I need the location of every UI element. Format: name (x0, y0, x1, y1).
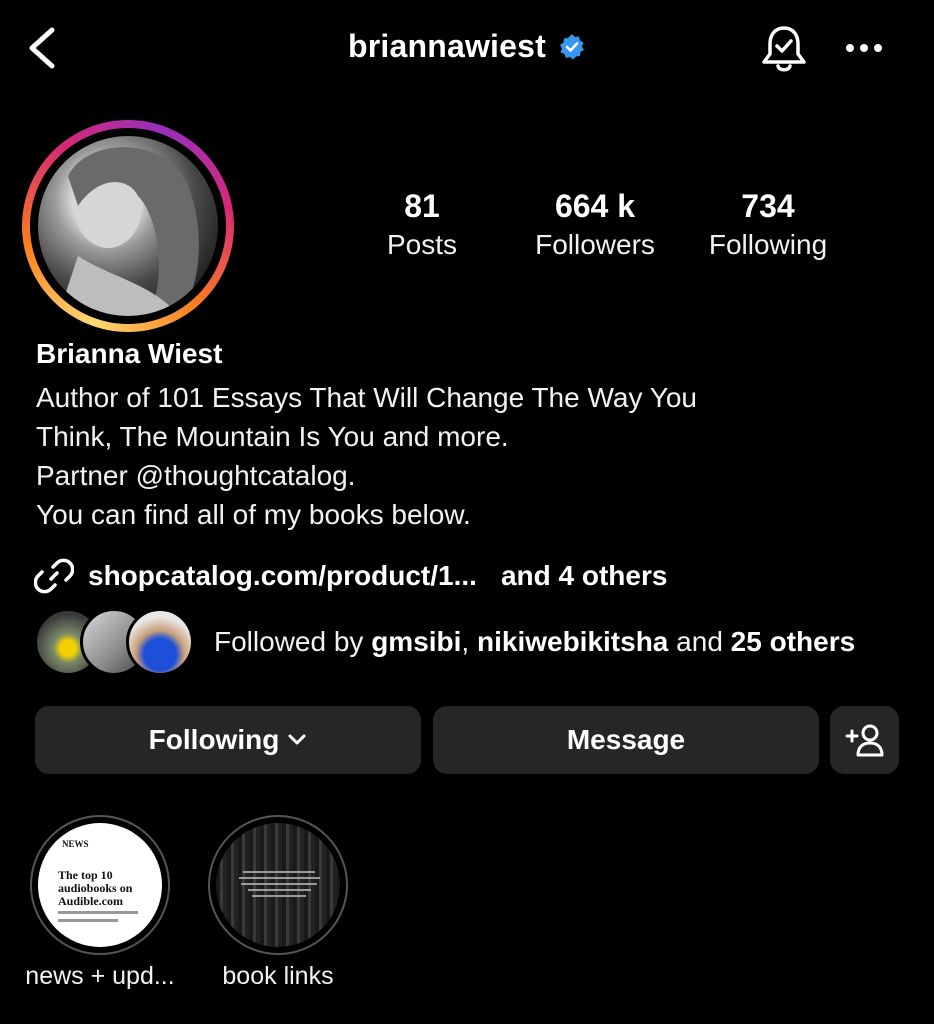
news-brand: NEWS (62, 839, 89, 849)
text-line (58, 911, 138, 914)
following-count: 734 (741, 188, 795, 224)
highlight-label: news + upd... (25, 962, 175, 990)
username-title: briannawiest (347, 28, 546, 64)
add-person-icon (845, 724, 883, 757)
followed-by-row[interactable]: Followed by gmsibi, nikiwebikitsha and 2… (34, 608, 855, 676)
link-url[interactable]: shopcatalog.com/product/1... (88, 560, 477, 592)
separator: , (461, 626, 477, 657)
followed-by-text: Followed by gmsibi, nikiwebikitsha and 2… (214, 626, 855, 658)
bio-line: Think, The Mountain Is You and more. (36, 421, 509, 452)
highlight-cover (216, 823, 340, 947)
message-button-label: Message (566, 724, 686, 755)
link-others[interactable]: and 4 others (501, 560, 667, 592)
following-button[interactable]: Following (35, 706, 421, 774)
notification-bell-icon[interactable] (760, 24, 808, 74)
mutual-user: gmsibi (371, 626, 462, 657)
highlight-book-links[interactable] (208, 815, 348, 955)
profile-link[interactable]: shopcatalog.com/product/1... and 4 other… (34, 556, 667, 596)
mutual-avatar (126, 608, 194, 676)
followed-by-prefix: Followed by (214, 626, 372, 657)
profile-avatar[interactable] (38, 136, 218, 316)
following-label: Following (708, 229, 828, 260)
mutual-others: 25 others (730, 626, 856, 657)
suggested-users-button[interactable] (830, 706, 899, 774)
highlight-news[interactable]: NEWS The top 10 audiobooks on Audible.co… (30, 815, 170, 955)
posts-count: 81 (404, 188, 440, 224)
verified-badge-icon (560, 33, 584, 59)
posts-label: Posts (386, 229, 458, 260)
more-options-icon[interactable] (842, 36, 886, 60)
bio-line: You can find all of my books below. (36, 499, 471, 530)
followers-stat[interactable]: 664 k Followers (520, 186, 670, 264)
text-line (58, 919, 118, 922)
message-button[interactable]: Message (433, 706, 819, 774)
chevron-down-icon (288, 734, 306, 745)
mutual-user: nikiwebikitsha (476, 626, 669, 657)
bio-line: Author of 101 Essays That Will Change Th… (36, 382, 697, 413)
bio-line: Partner @thoughtcatalog. (36, 460, 356, 491)
highlight-cover: NEWS The top 10 audiobooks on Audible.co… (38, 823, 162, 947)
following-stat[interactable]: 734 Following (698, 186, 838, 264)
link-icon (34, 558, 74, 594)
profile-name: Brianna Wiest (36, 338, 223, 369)
following-button-label: Following (148, 724, 280, 755)
posts-stat[interactable]: 81 Posts (372, 186, 472, 264)
followers-count: 664 k (554, 188, 636, 224)
conjunction: and (668, 626, 731, 657)
highlight-label: book links (222, 962, 334, 990)
cover-text-lines (234, 867, 324, 901)
news-headline: The top 10 audiobooks on Audible.com (58, 868, 133, 908)
profile-bio: Author of 101 Essays That Will Change Th… (36, 378, 697, 534)
followers-label: Followers (535, 229, 655, 260)
